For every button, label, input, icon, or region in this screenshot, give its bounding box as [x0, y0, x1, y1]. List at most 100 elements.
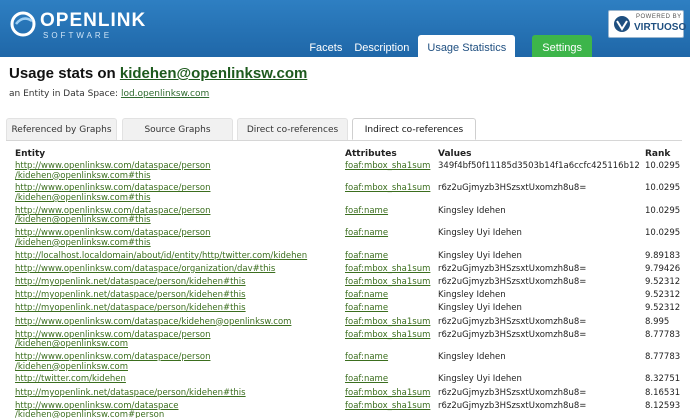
value-cell: Kingsley Idehen — [438, 352, 506, 363]
view-tabs: Facets Description Usage Statistics Sett… — [303, 35, 592, 57]
attribute-link[interactable]: foaf:mbox_sha1sum — [345, 184, 440, 194]
tab-settings[interactable]: Settings — [532, 35, 592, 57]
page-title: Usage stats on kidehen@openlinksw.com — [9, 65, 307, 82]
entity-uri-line: /kidehen@openlinksw.com — [15, 361, 128, 372]
rank-cell: 8.16531 — [645, 387, 681, 398]
attribute-link[interactable]: foaf:name — [345, 304, 440, 314]
rank-cell: 8.12593 — [645, 400, 681, 411]
entity-cell: http://www.openlinksw.com/dataspace/pers… — [15, 161, 345, 181]
attribute-link[interactable]: foaf:name — [345, 251, 440, 262]
tab-description[interactable]: Description — [348, 35, 415, 57]
value-cell: r6z2uGjmyzb3HSzsxtUxomzh8u8= — [438, 183, 587, 194]
attribute-link[interactable]: foaf:name — [345, 375, 440, 385]
attribute-cell: foaf:mbox_sha1sum — [345, 184, 440, 194]
rank-cell: 8.77783 — [645, 352, 681, 363]
rank-cell: 9.89183 — [645, 250, 681, 261]
attribute-cell: foaf:name — [345, 206, 440, 217]
entity-cell: http://www.openlinksw.com/dataspace/kide… — [15, 317, 345, 328]
attribute-cell: foaf:name — [345, 229, 440, 239]
rank-cell: 9.52312 — [645, 276, 681, 287]
value-cell: Kingsley Idehen — [438, 205, 506, 216]
table-row: http://www.openlinksw.com/dataspace/kide… — [15, 400, 690, 418]
table-row: http://myopenlink.net/dataspace/person/k… — [15, 387, 690, 402]
attribute-cell: foaf:name — [345, 251, 440, 262]
tab-referenced-by-graphs[interactable]: Referenced by Graphs — [6, 118, 117, 140]
attribute-link[interactable]: foaf:mbox_sha1sum — [345, 264, 440, 275]
table-row: http://www.openlinksw.com/dataspace/pers… — [15, 205, 690, 229]
entity-cell: http://myopenlink.net/dataspace/person/k… — [15, 304, 345, 314]
badge-powered-label: POWERED BY — [636, 14, 682, 20]
attribute-link[interactable]: foaf:mbox_sha1sum — [345, 277, 440, 288]
entity-uri-link[interactable]: http://www.openlinksw.com/dataspace/orga… — [15, 263, 345, 275]
table-row: http://www.openlinksw.com/dataspace/pers… — [15, 184, 690, 206]
attribute-link[interactable]: foaf:mbox_sha1sum — [345, 317, 440, 328]
attribute-link[interactable]: foaf:mbox_sha1sum — [345, 401, 440, 412]
value-cell: Kingsley Idehen — [438, 290, 506, 301]
entity-cell: http://www.openlinksw.com/dataspace/pers… — [15, 330, 345, 350]
entity-uri-line: /kidehen@openlinksw.com#this — [15, 170, 151, 181]
table-body: http://www.openlinksw.com/dataspace/pers… — [15, 161, 690, 418]
tab-facets[interactable]: Facets — [303, 35, 348, 57]
data-space-link[interactable]: lod.openlinksw.com — [121, 89, 209, 99]
rank-cell: 8.32751 — [645, 374, 681, 385]
tab-direct-co-references[interactable]: Direct co-references — [237, 118, 348, 140]
column-header-values: Values — [438, 149, 472, 159]
entity-uri-line: http://myopenlink.net/dataspace/person/k… — [15, 276, 246, 287]
entity-uri-link[interactable]: http://myopenlink.net/dataspace/person/k… — [15, 276, 345, 288]
value-cell: Kingsley Uyi Idehen — [438, 303, 522, 314]
table-row: http://myopenlink.net/dataspace/person/k… — [15, 304, 690, 317]
entity-uri-line: http://localhost.localdomain/about/id/en… — [15, 250, 308, 261]
entity-uri-link[interactable]: http://localhost.localdomain/about/id/en… — [15, 250, 345, 262]
entity-cell: http://www.openlinksw.com/dataspace/pers… — [15, 184, 345, 203]
entity-uri-link[interactable]: http://www.openlinksw.com/dataspace/pers… — [15, 353, 345, 372]
rank-cell: 10.0295 — [645, 183, 681, 194]
entity-uri-link[interactable]: http://www.openlinksw.com/dataspace/pers… — [15, 184, 345, 203]
entity-uri-link[interactable]: http://www.openlinksw.com/dataspace/kide… — [15, 317, 345, 328]
powered-by-virtuoso-badge[interactable]: POWERED BY VIRTUOSO — [608, 10, 686, 38]
entity-cell: http://www.openlinksw.com/dataspace/kide… — [15, 401, 345, 418]
attribute-link[interactable]: foaf:name — [345, 353, 440, 363]
entity-uri-link[interactable]: http://myopenlink.net/dataspace/person/k… — [15, 304, 345, 314]
attribute-cell: foaf:mbox_sha1sum — [345, 401, 440, 412]
data-space-line: an Entity in Data Space: lod.openlinksw.… — [9, 89, 209, 99]
rank-cell: 8.995 — [645, 316, 670, 327]
value-cell: r6z2uGjmyzb3HSzsxtUxomzh8u8= — [438, 400, 587, 411]
table-row: http://www.openlinksw.com/dataspace/pers… — [15, 161, 690, 184]
value-cell: Kingsley Uyi Idehen — [438, 250, 522, 261]
attribute-link[interactable]: foaf:mbox_sha1sum — [345, 161, 440, 172]
entity-uri-link[interactable]: http://www.openlinksw.com/dataspace/pers… — [15, 161, 345, 181]
entity-cell: http://localhost.localdomain/about/id/en… — [15, 250, 345, 262]
attribute-cell: foaf:mbox_sha1sum — [345, 277, 440, 288]
entity-uri-link[interactable]: http://www.openlinksw.com/dataspace/pers… — [15, 229, 345, 248]
column-header-attributes: Attributes — [345, 149, 397, 159]
attribute-link[interactable]: foaf:name — [345, 229, 440, 239]
entity-link[interactable]: kidehen@openlinksw.com — [120, 65, 307, 82]
tab-usage-statistics[interactable]: Usage Statistics — [418, 35, 516, 57]
value-cell: r6z2uGjmyzb3HSzsxtUxomzh8u8= — [438, 316, 587, 327]
openlink-logo[interactable]: OPENLINK SOFTWARE — [10, 9, 145, 41]
top-banner: OPENLINK SOFTWARE Facets Description Usa… — [0, 0, 690, 57]
attribute-link[interactable]: foaf:name — [345, 206, 440, 217]
attribute-cell: foaf:mbox_sha1sum — [345, 330, 440, 341]
entity-uri-line: http://www.openlinksw.com/dataspace/orga… — [15, 263, 276, 274]
entity-uri-line: /kidehen@openlinksw.com#this — [15, 192, 151, 203]
attribute-link[interactable]: foaf:mbox_sha1sum — [345, 330, 440, 341]
entity-uri-link[interactable]: http://myopenlink.net/dataspace/person/k… — [15, 388, 345, 399]
attribute-cell: foaf:name — [345, 291, 440, 301]
attribute-link[interactable]: foaf:name — [345, 291, 440, 301]
tab-indirect-co-references[interactable]: Indirect co-references — [352, 118, 476, 140]
entity-uri-link[interactable]: http://myopenlink.net/dataspace/person/k… — [15, 291, 345, 301]
value-cell: 349f4bf50f11185d3503b14f1a6ccfc425116b12 — [438, 161, 640, 171]
entity-uri-link[interactable]: http://www.openlinksw.com/dataspace/pers… — [15, 206, 345, 226]
tab-source-graphs[interactable]: Source Graphs — [122, 118, 233, 140]
attribute-link[interactable]: foaf:mbox_sha1sum — [345, 388, 440, 399]
value-cell: r6z2uGjmyzb3HSzsxtUxomzh8u8= — [438, 263, 587, 274]
rank-cell: 10.0295 — [645, 228, 681, 239]
entity-uri-link[interactable]: http://twitter.com/kidehen — [15, 375, 345, 385]
rank-cell: 9.52312 — [645, 303, 681, 314]
openlink-logo-icon — [10, 11, 36, 37]
entity-uri-link[interactable]: http://www.openlinksw.com/dataspace/kide… — [15, 401, 345, 418]
entity-cell: http://www.openlinksw.com/dataspace/pers… — [15, 229, 345, 248]
entity-uri-link[interactable]: http://www.openlinksw.com/dataspace/pers… — [15, 330, 345, 350]
rank-cell: 10.0295 — [645, 205, 681, 216]
